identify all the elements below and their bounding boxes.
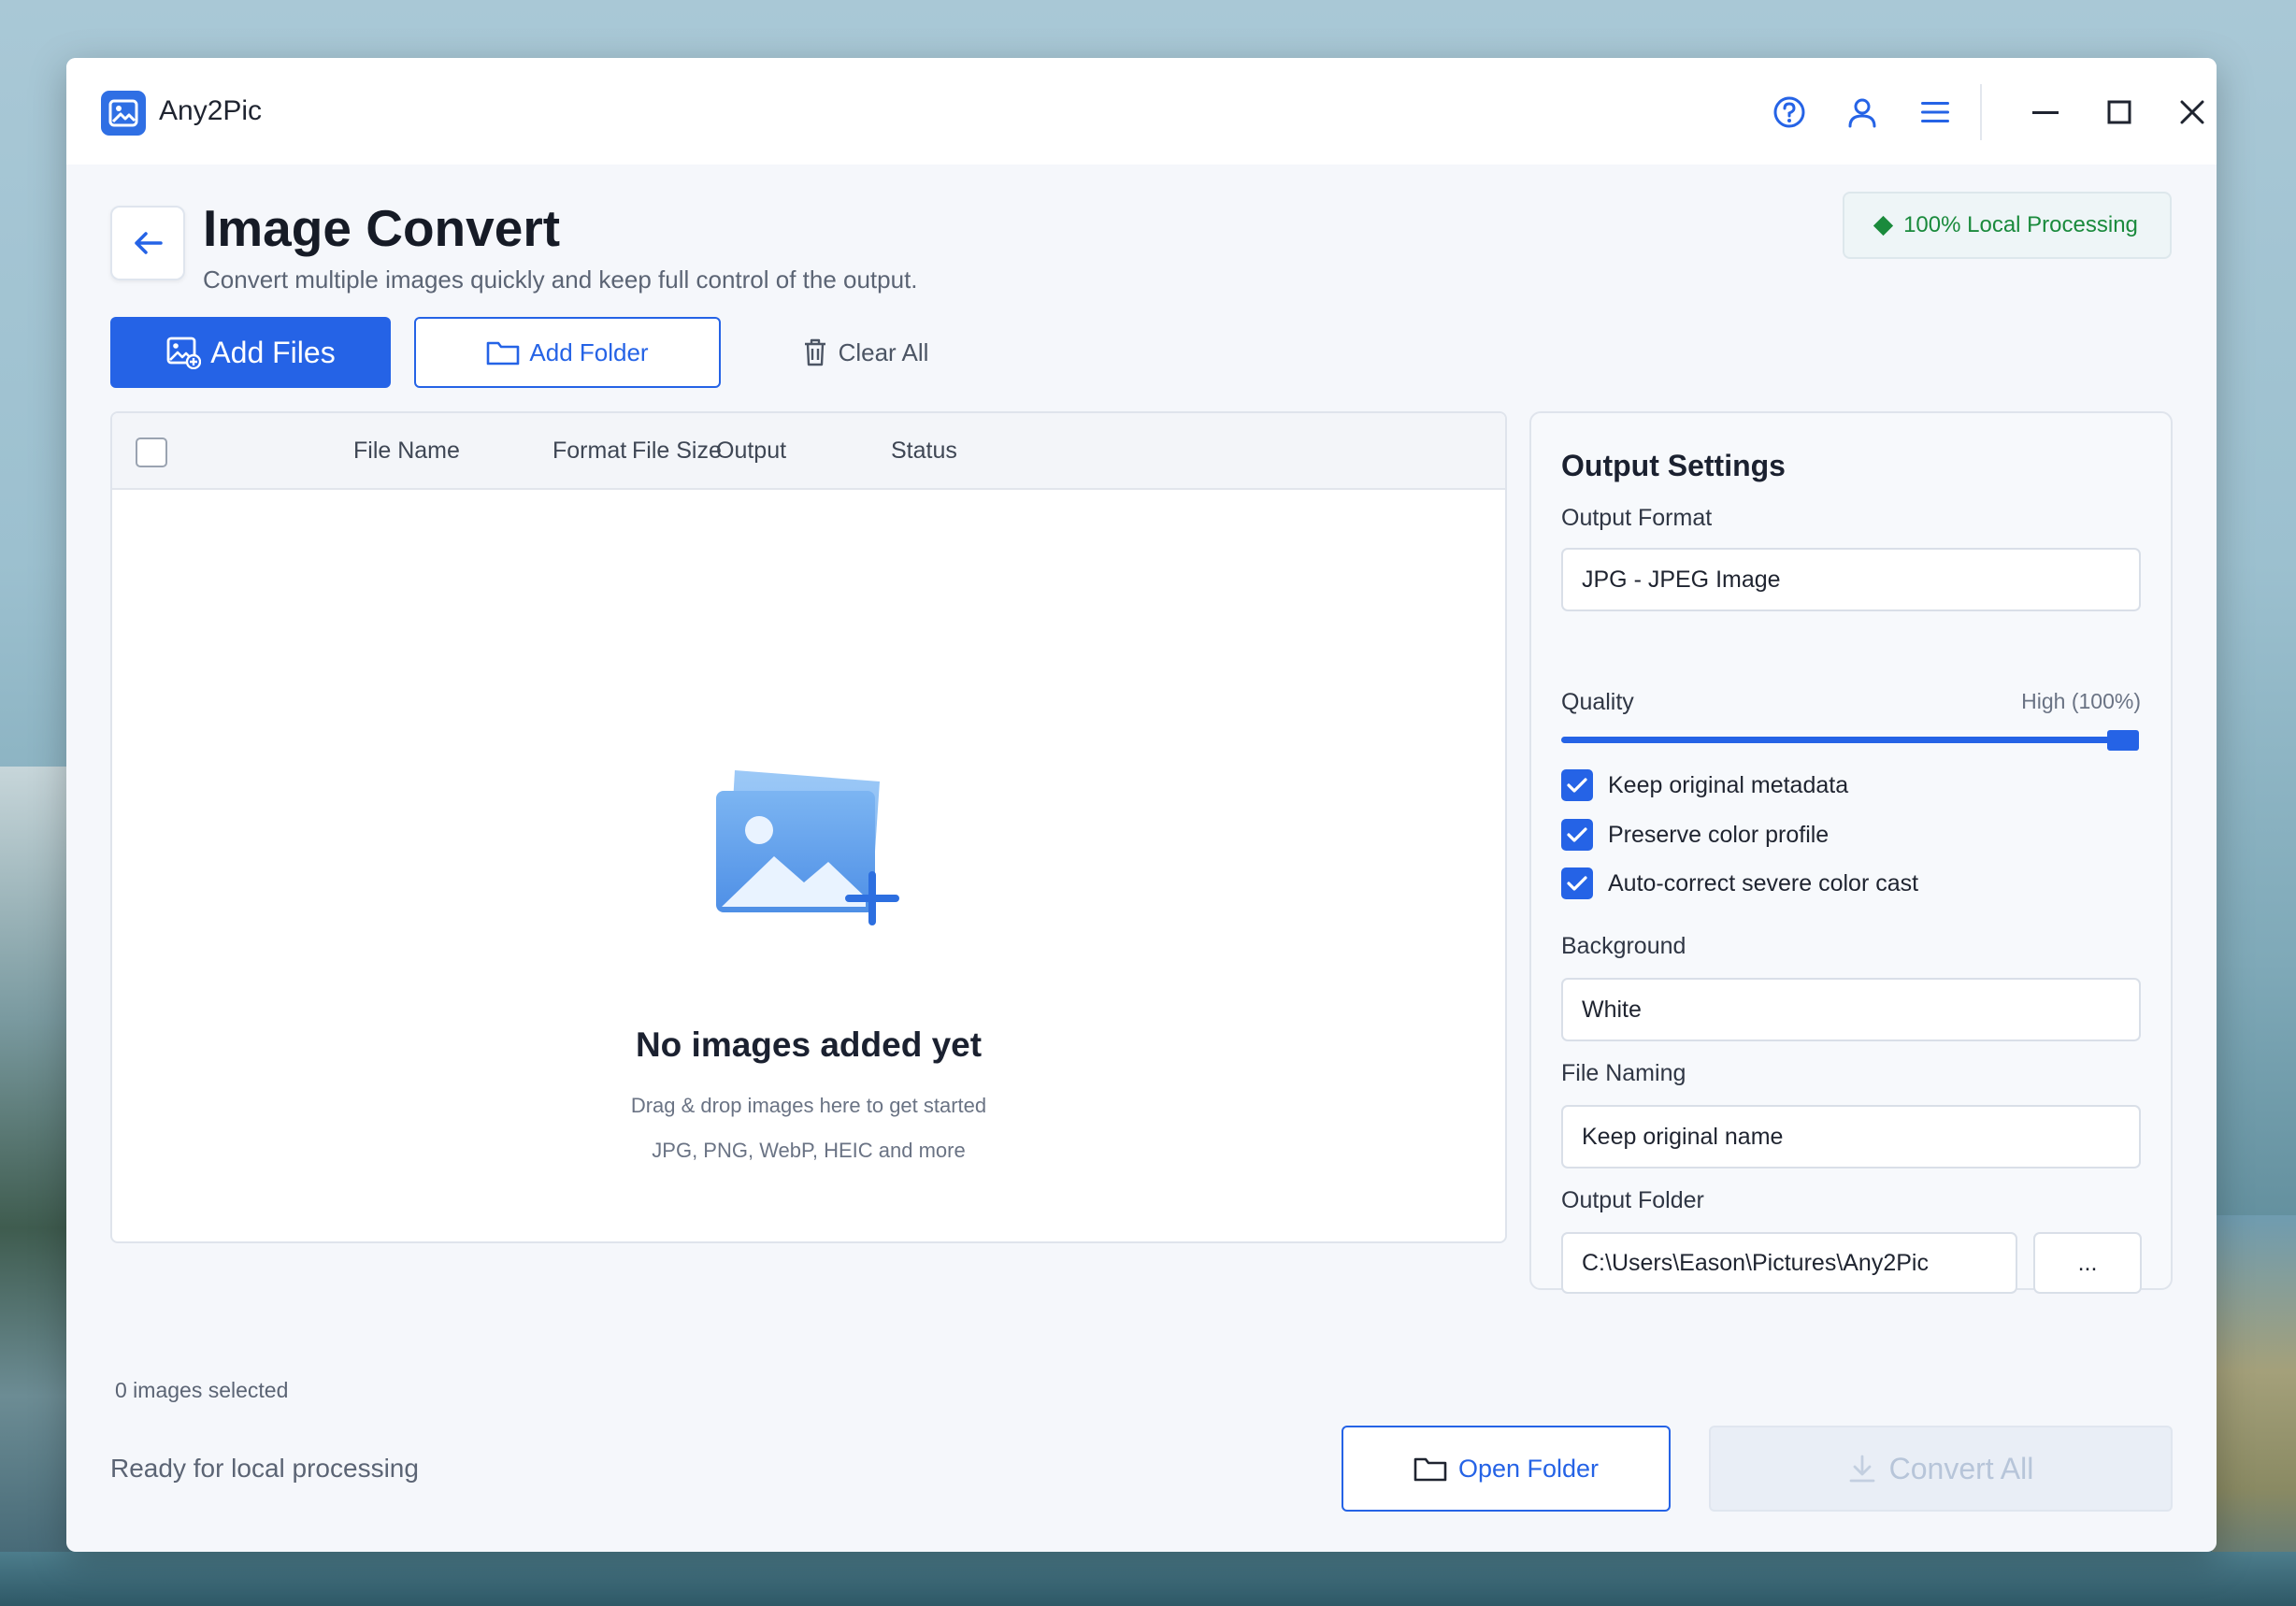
checkbox-label: Keep original metadata — [1608, 771, 1849, 798]
clear-all-label: Clear All — [838, 337, 929, 366]
app-logo-icon — [101, 91, 146, 136]
output-format-label: Output Format — [1561, 505, 1713, 531]
download-icon — [1849, 1455, 1875, 1483]
convert-all-label: Convert All — [1888, 1451, 2034, 1485]
convert-all-button[interactable]: Convert All — [1709, 1426, 2173, 1512]
titlebar-divider — [1980, 84, 1982, 140]
quality-label: Quality — [1561, 689, 1634, 715]
maximize-icon[interactable] — [2097, 90, 2142, 135]
empty-state-subtitle: Drag & drop images here to get started — [630, 1094, 987, 1117]
checkbox-checked-icon — [1561, 819, 1593, 851]
file-naming-label: File Naming — [1561, 1060, 1686, 1086]
folder-icon — [1413, 1457, 1447, 1482]
add-folder-button[interactable]: Add Folder — [414, 317, 721, 388]
settings-title: Output Settings — [1561, 449, 1786, 482]
add-files-label: Add Files — [210, 335, 336, 369]
column-file-name[interactable]: File Name — [353, 437, 460, 465]
open-folder-button[interactable]: Open Folder — [1342, 1426, 1671, 1512]
column-output[interactable]: Output — [716, 437, 786, 465]
empty-state-title: No images added yet — [635, 1025, 983, 1064]
column-format[interactable]: Format — [552, 437, 626, 465]
app-window: Any2Pic Image Convert Convert multiple i… — [66, 58, 2217, 1552]
output-format-select[interactable]: JPG - JPEG Image — [1561, 548, 2141, 611]
background-select[interactable]: White — [1561, 978, 2141, 1041]
column-status[interactable]: Status — [891, 437, 957, 465]
background-label: Background — [1561, 933, 1686, 959]
badge-label: 100% Local Processing — [1903, 212, 2138, 237]
open-folder-label: Open Folder — [1457, 1454, 1600, 1483]
add-folder-label: Add Folder — [529, 337, 649, 366]
checkbox-label: Auto-correct severe color cast — [1608, 869, 1919, 896]
clear-all-button[interactable]: Clear All — [786, 317, 945, 388]
desktop-background-left — [0, 767, 70, 1606]
selected-count: 0 images selected — [115, 1378, 289, 1402]
page-title: Image Convert — [203, 199, 561, 257]
add-image-icon — [166, 337, 202, 369]
close-icon[interactable] — [2170, 90, 2215, 135]
column-file-size[interactable]: File Size — [632, 437, 722, 465]
back-button[interactable] — [110, 206, 185, 280]
trash-icon — [804, 338, 825, 366]
output-folder-label: Output Folder — [1561, 1187, 1704, 1213]
local-processing-badge: 100% Local Processing — [1843, 192, 2172, 259]
app-name: Any2Pic — [159, 95, 263, 126]
page-subtitle: Convert multiple images quickly and keep… — [203, 265, 918, 294]
checkbox-checked-icon — [1561, 769, 1593, 801]
user-icon[interactable] — [1840, 90, 1885, 135]
quality-slider-track[interactable] — [1561, 737, 2113, 743]
minimize-icon[interactable] — [2023, 90, 2068, 135]
folder-icon — [487, 341, 520, 366]
desktop-background-right — [2212, 1215, 2296, 1606]
table-header: File Name Format File Size Output Status — [112, 413, 1505, 490]
arrow-left-icon — [135, 232, 163, 254]
help-icon[interactable] — [1767, 90, 1812, 135]
file-naming-select[interactable]: Keep original name — [1561, 1105, 2141, 1169]
diamond-icon — [1873, 215, 1894, 236]
quality-value: High (100%) — [2021, 689, 2141, 713]
status-text: Ready for local processing — [110, 1454, 419, 1483]
title-bar: Any2Pic — [66, 58, 2217, 165]
browse-folder-button[interactable]: ... — [2033, 1232, 2142, 1294]
auto-correct-color-cast-checkbox[interactable]: Auto-correct severe color cast — [1561, 867, 1918, 900]
checkbox-checked-icon — [1561, 868, 1593, 899]
desktop-background-bottom — [0, 1552, 2296, 1606]
output-settings-panel: Output Settings Output Format JPG - JPEG… — [1529, 411, 2173, 1294]
output-folder-input[interactable]: C:\Users\Eason\Pictures\Any2Pic — [1561, 1232, 2017, 1294]
quality-slider-thumb[interactable] — [2107, 730, 2139, 751]
add-images-illustration-icon — [709, 759, 905, 927]
menu-icon[interactable] — [1913, 90, 1958, 135]
checkbox-label: Preserve color profile — [1608, 821, 1830, 848]
select-all-checkbox[interactable] — [136, 437, 167, 467]
file-list-panel[interactable]: File Name Format File Size Output Status — [110, 411, 1507, 1243]
empty-state-formats: JPG, PNG, WebP, HEIC and more — [652, 1139, 966, 1162]
keep-metadata-checkbox[interactable]: Keep original metadata — [1561, 768, 1848, 802]
preserve-color-profile-checkbox[interactable]: Preserve color profile — [1561, 818, 1829, 852]
add-files-button[interactable]: Add Files — [110, 317, 391, 388]
